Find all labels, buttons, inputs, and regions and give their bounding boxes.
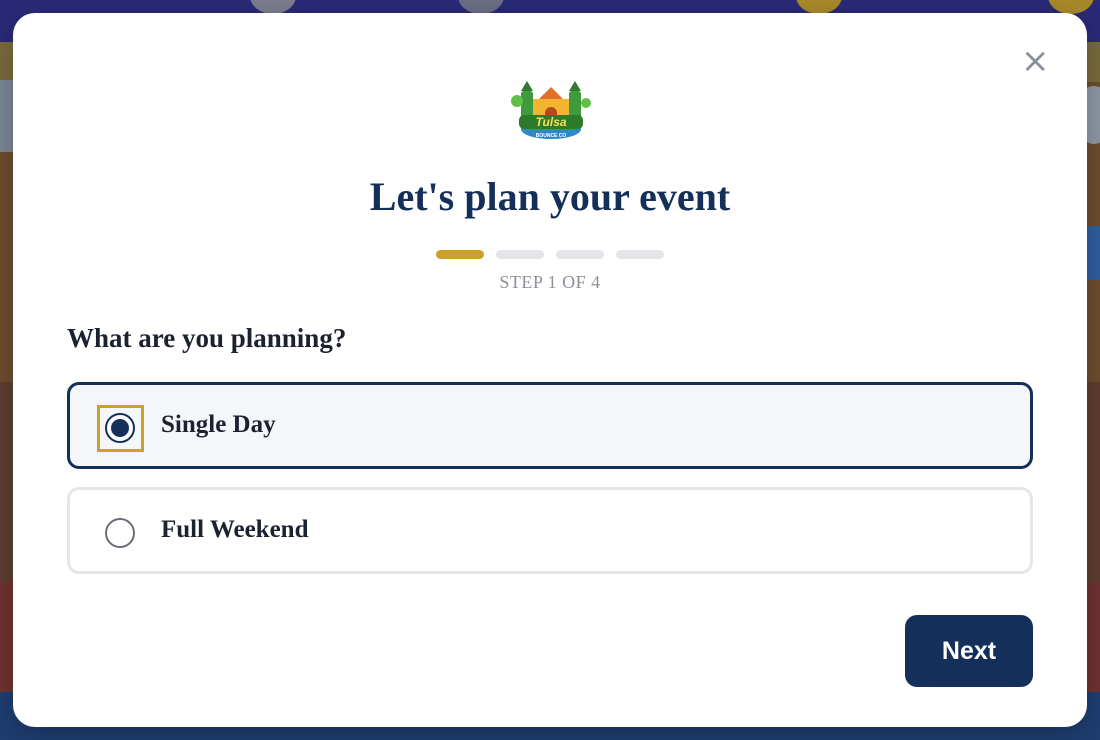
radio-button-single-day[interactable]	[105, 413, 135, 443]
question-heading: What are you planning?	[67, 323, 347, 353]
tulsa-bounce-logo: Tulsa BOUNCE CO	[511, 81, 591, 139]
close-icon[interactable]: ×	[1021, 44, 1050, 78]
bg-nav-blob	[458, 0, 504, 14]
bg-nav-blob	[796, 0, 842, 14]
radio-button-full-weekend[interactable]	[105, 518, 135, 548]
option-label: Single Day	[161, 411, 276, 438]
event-planner-modal: × Tulsa BOUNCE CO Let's plan your event …	[13, 13, 1087, 727]
progress-step-2	[496, 250, 544, 259]
progress-step-4	[616, 250, 664, 259]
step-label: STEP 1 OF 4	[499, 272, 601, 292]
option-full-weekend[interactable]: Full Weekend	[67, 487, 1033, 574]
logo-main-text: Tulsa	[535, 115, 566, 129]
next-button[interactable]: Next	[905, 615, 1033, 687]
logo-sub-text: BOUNCE CO	[536, 133, 567, 139]
modal-title: Let's plan your event	[369, 174, 731, 219]
bg-nav-blob	[250, 0, 296, 14]
step-progress	[436, 250, 666, 260]
option-label: Full Weekend	[161, 516, 309, 543]
progress-step-3	[556, 250, 604, 259]
option-single-day[interactable]: Single Day	[67, 382, 1033, 469]
progress-step-1	[436, 250, 484, 259]
bg-nav-blob	[1048, 0, 1094, 14]
